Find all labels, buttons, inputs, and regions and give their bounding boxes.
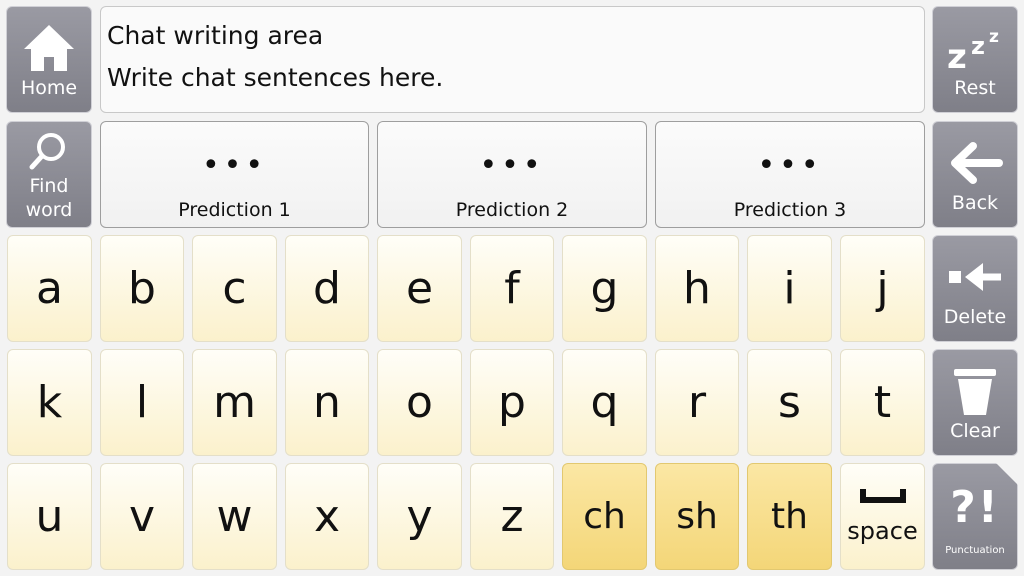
prediction-3-label: Prediction 3 (733, 199, 847, 221)
folder-corner (996, 463, 1018, 485)
key-d[interactable]: d (285, 235, 369, 342)
space-label: space (847, 516, 918, 545)
punctuation-button[interactable]: ?! Punctuation (932, 463, 1018, 570)
message-line-1: Chat writing area (107, 21, 324, 50)
key-y[interactable]: y (377, 463, 462, 570)
key-r[interactable]: r (655, 349, 739, 456)
back-label: Back (951, 191, 999, 214)
svg-text:z: z (947, 37, 967, 72)
key-u[interactable]: u (7, 463, 92, 570)
key-j[interactable]: j (840, 235, 925, 342)
find-word-label-2: word (25, 198, 73, 221)
key-k[interactable]: k (7, 349, 92, 456)
home-button[interactable]: Home (6, 6, 92, 113)
key-i[interactable]: i (747, 235, 832, 342)
prediction-3[interactable]: ••• Prediction 3 (655, 121, 925, 228)
prediction-1-dots: ••• (201, 148, 268, 183)
message-line-2: Write chat sentences here. (107, 63, 444, 92)
key-p[interactable]: p (470, 349, 554, 456)
key-m[interactable]: m (192, 349, 277, 456)
find-word-label-1: Find (29, 174, 69, 197)
svg-text:z: z (971, 32, 985, 60)
key-h[interactable]: h (655, 235, 739, 342)
prediction-2[interactable]: ••• Prediction 2 (377, 121, 647, 228)
key-w[interactable]: w (192, 463, 277, 570)
key-ch[interactable]: ch (562, 463, 647, 570)
key-x[interactable]: x (285, 463, 369, 570)
clear-label: Clear (950, 419, 1000, 442)
space-icon (859, 488, 906, 503)
delete-button[interactable]: Delete (932, 235, 1018, 342)
prediction-1-label: Prediction 1 (178, 199, 291, 221)
home-label: Home (20, 76, 78, 99)
rest-label: Rest (954, 76, 996, 99)
key-q[interactable]: q (562, 349, 647, 456)
trash-icon (952, 363, 998, 419)
find-word-button[interactable]: Find word (6, 121, 92, 228)
prediction-3-dots: ••• (757, 148, 823, 183)
key-s[interactable]: s (747, 349, 832, 456)
key-sh[interactable]: sh (655, 463, 739, 570)
key-v[interactable]: v (100, 463, 184, 570)
back-button[interactable]: Back (932, 121, 1018, 228)
delete-icon (945, 249, 1005, 305)
key-b[interactable]: b (100, 235, 184, 342)
home-icon (22, 20, 76, 76)
key-n[interactable]: n (285, 349, 369, 456)
key-z[interactable]: z (470, 463, 554, 570)
prediction-2-label: Prediction 2 (455, 199, 569, 221)
prediction-2-dots: ••• (479, 148, 545, 183)
zzz-icon: z z z (945, 20, 1005, 76)
key-o[interactable]: o (377, 349, 462, 456)
key-e[interactable]: e (377, 235, 462, 342)
key-th[interactable]: th (747, 463, 832, 570)
delete-label: Delete (943, 305, 1007, 328)
svg-text:z: z (989, 27, 999, 47)
search-icon (29, 128, 69, 174)
prediction-1[interactable]: ••• Prediction 1 (100, 121, 369, 228)
rest-button[interactable]: z z z Rest (932, 6, 1018, 113)
arrow-left-icon (947, 135, 1003, 191)
key-c[interactable]: c (192, 235, 277, 342)
key-l[interactable]: l (100, 349, 184, 456)
punctuation-label: Punctuation (945, 545, 1005, 556)
message-window[interactable]: Chat writing area Write chat sentences h… (100, 6, 925, 113)
key-space[interactable]: space (840, 463, 925, 570)
key-f[interactable]: f (470, 235, 554, 342)
key-t[interactable]: t (840, 349, 925, 456)
key-a[interactable]: a (7, 235, 92, 342)
key-g[interactable]: g (562, 235, 647, 342)
clear-button[interactable]: Clear (932, 349, 1018, 456)
punctuation-icon: ?! (950, 481, 1000, 533)
